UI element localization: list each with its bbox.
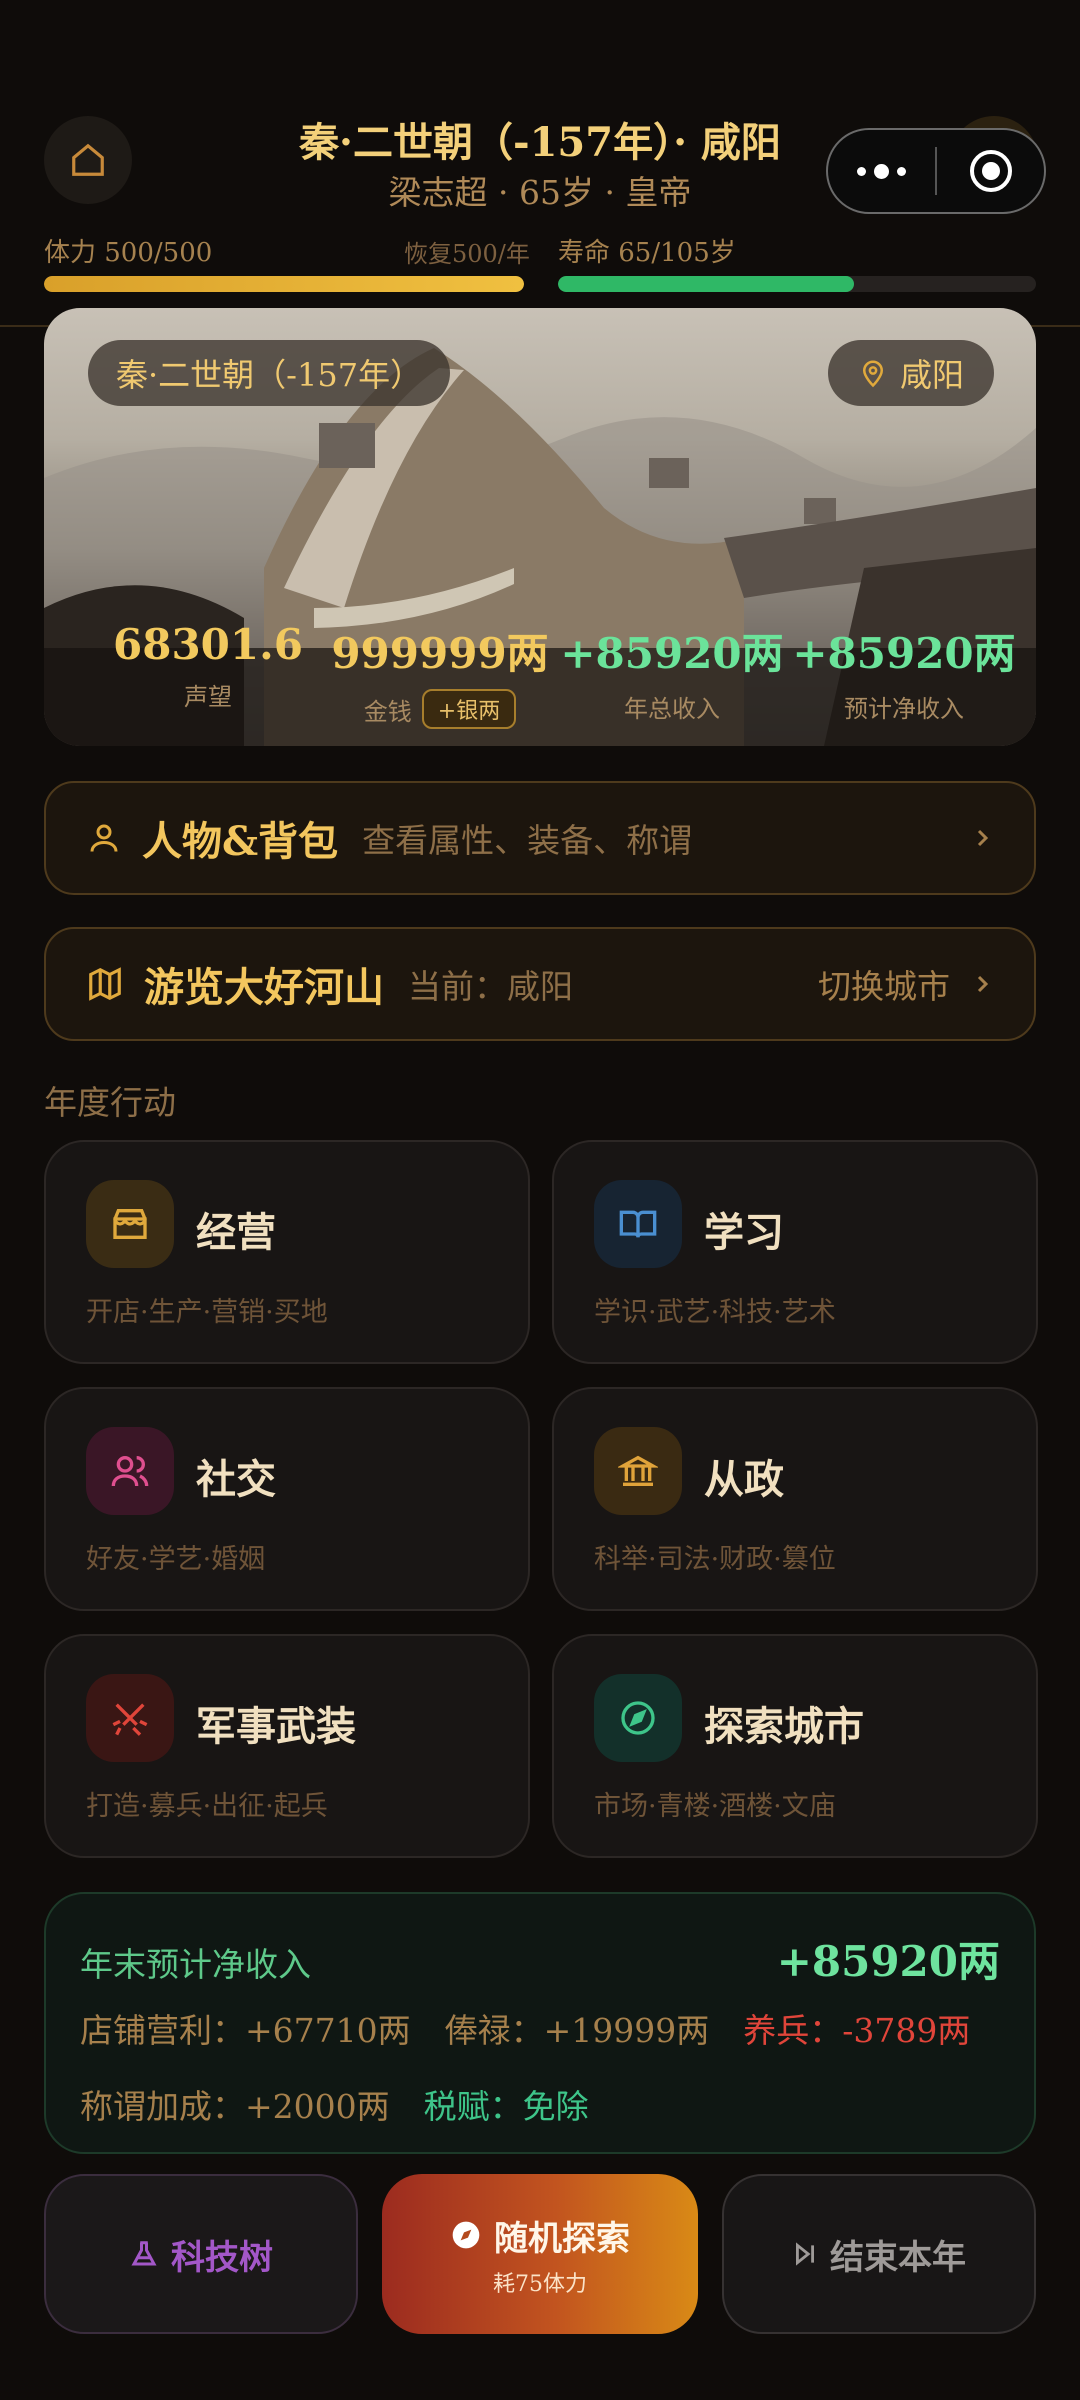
book-icon (619, 1210, 657, 1238)
era-pill: 秦·二世朝（-157年） (88, 340, 451, 406)
hero-stats: 68301.6 声望 999999两 金钱 +银两 +85920两 年总收入 +… (44, 620, 1036, 729)
year-end-summary: 年末预计净收入 +85920两 店铺营利：+67710两 俸禄：+19999两 … (44, 1892, 1036, 2154)
summary-row-1: 店铺营利：+67710两 俸禄：+19999两 养兵：-3789两 (80, 2011, 971, 2050)
users-icon (111, 1456, 149, 1487)
summary-total: +85920两 (776, 1937, 1000, 1986)
action-politics[interactable]: 从政 科举·司法·财政·篡位 (552, 1387, 1038, 1611)
location-pin-icon (862, 360, 884, 388)
government-icon (618, 1455, 658, 1486)
lifespan-label: 寿命 65/105岁 (558, 238, 736, 268)
action-military[interactable]: 军事武装 打造·募兵·出征·起兵 (44, 1634, 530, 1858)
mini-program-capsule[interactable] (826, 128, 1046, 214)
stamina-label: 体力 500/500 (44, 238, 213, 268)
chevron-right-icon (977, 829, 989, 847)
target-icon (969, 150, 1012, 192)
action-study[interactable]: 学习 学识·武艺·科技·艺术 (552, 1140, 1038, 1364)
money-stat: 999999两 金钱 +银两 (324, 620, 556, 729)
lifespan-bar (558, 276, 1036, 292)
net-income-stat: +85920两 预计净收入 (792, 629, 1016, 723)
user-icon (90, 824, 118, 852)
close-target-button[interactable] (937, 148, 1044, 194)
action-social[interactable]: 社交 好友·学艺·婚姻 (44, 1387, 530, 1611)
end-year-button[interactable]: 结束本年 (722, 2174, 1036, 2334)
skip-forward-icon (796, 2242, 814, 2266)
swords-icon (112, 1703, 148, 1736)
switch-city-button[interactable]: 切换城市 (818, 960, 994, 1008)
summary-row-2: 称谓加成：+2000两 税赋：免除 (80, 2087, 589, 2126)
prestige-stat: 68301.6 声望 (113, 620, 303, 711)
section-title: 年度行动 (44, 1083, 176, 1122)
stamina-recover: 恢复500/年 (404, 240, 530, 268)
action-business[interactable]: 经营 开店·生产·营销·买地 (44, 1140, 530, 1364)
travel-card[interactable]: 游览大好河山 当前：咸阳 切换城市 (44, 927, 1036, 1041)
more-button[interactable] (828, 163, 935, 179)
chevron-right-icon (977, 975, 989, 993)
annual-income-stat: +85920两 年总收入 (560, 629, 784, 723)
map-icon (89, 967, 121, 1001)
character-bag-card[interactable]: 人物&背包 查看属性、装备、称谓 (44, 781, 1036, 895)
compass-icon (621, 1701, 655, 1735)
hero-card: 秦·二世朝（-157年） 咸阳 68301.6 声望 999999两 金钱 +银… (44, 308, 1036, 746)
tech-tree-button[interactable]: 科技树 (44, 2174, 358, 2334)
city-pill[interactable]: 咸阳 (828, 340, 995, 406)
shop-icon (113, 1209, 147, 1239)
add-silver-button[interactable]: +银两 (421, 689, 517, 729)
stamina-bar (44, 276, 524, 292)
compass-icon (452, 2221, 480, 2249)
action-explore-city[interactable]: 探索城市 市场·青楼·酒楼·文庙 (552, 1634, 1038, 1858)
flask-icon (131, 2241, 157, 2266)
random-explore-button[interactable]: 随机探索 耗75体力 (382, 2174, 698, 2334)
